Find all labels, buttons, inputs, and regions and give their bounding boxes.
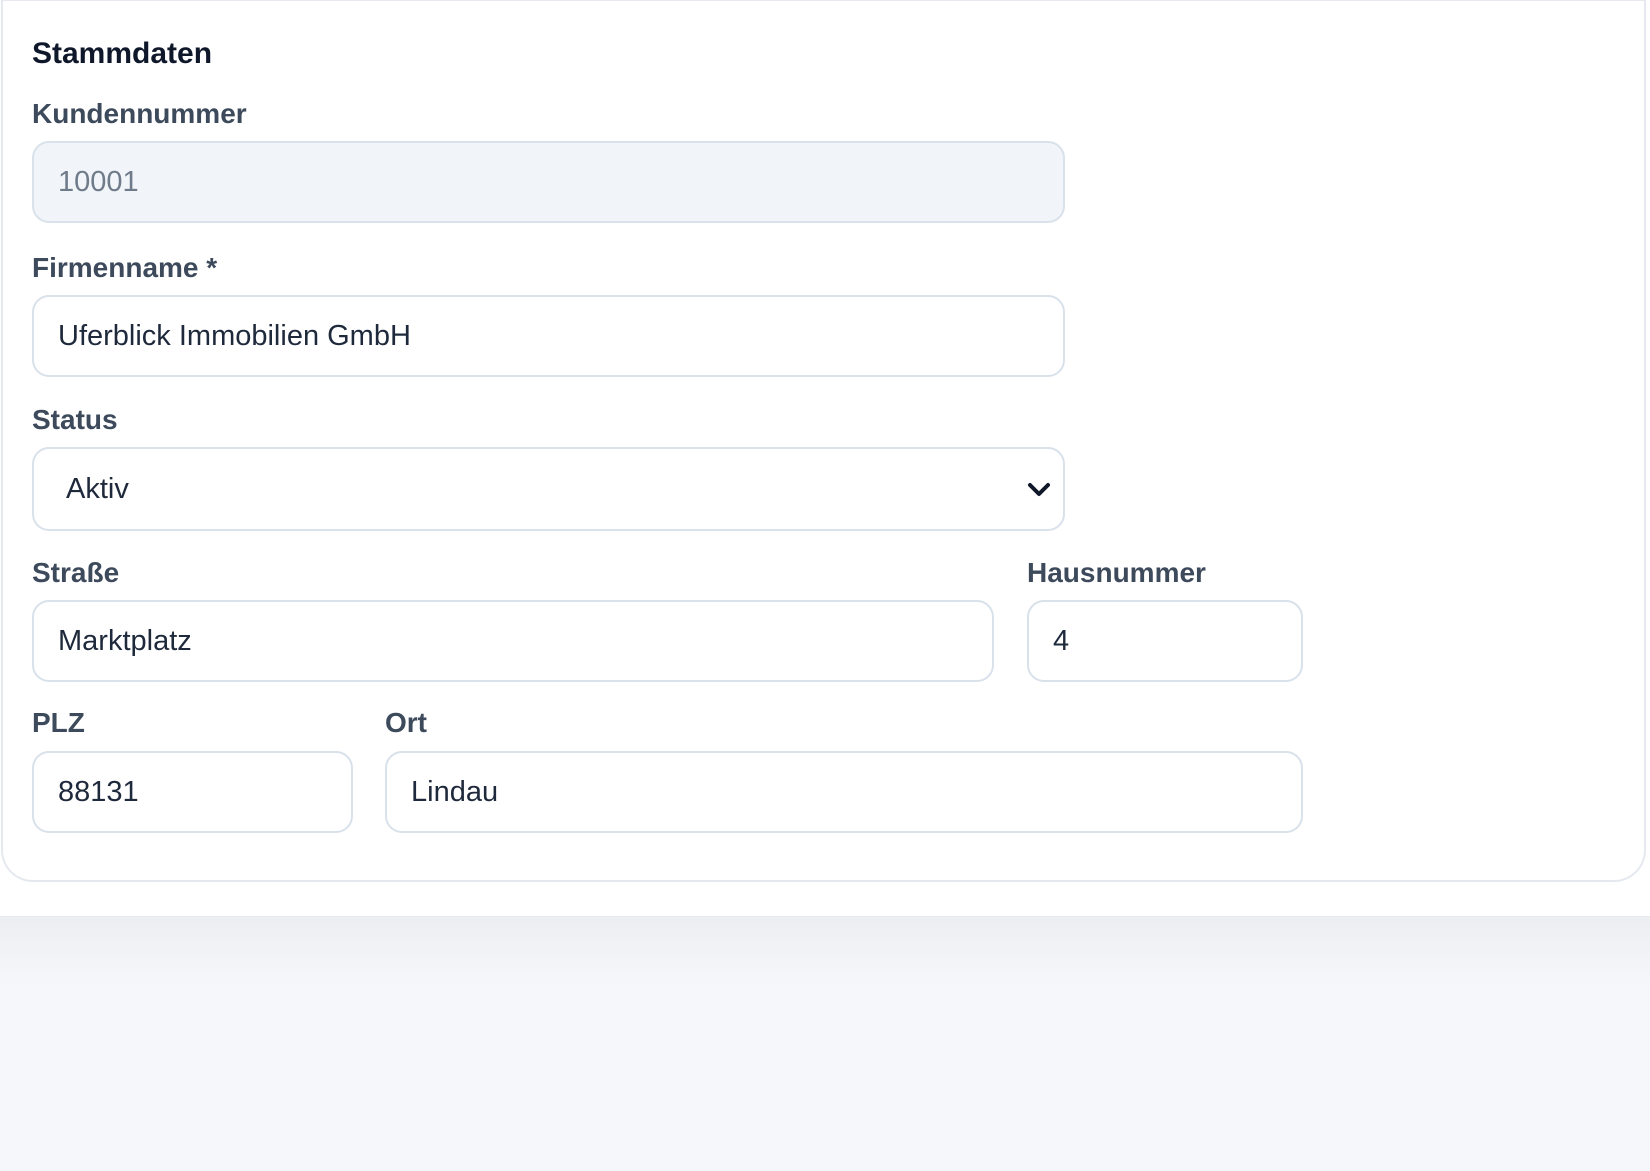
status-value: Aktiv xyxy=(66,472,129,505)
chevron-down-icon xyxy=(1025,476,1053,504)
ort-field[interactable]: Lindau xyxy=(385,751,1303,833)
firmenname-value: Uferblick Immobilien GmbH xyxy=(58,319,411,352)
ort-label: Ort xyxy=(385,707,427,738)
strasse-field[interactable]: Marktplatz xyxy=(32,600,994,682)
section-title: Stammdaten xyxy=(32,37,213,70)
kundennummer-value: 10001 xyxy=(58,165,139,198)
page: { "section": { "title": "Stammdaten" }, … xyxy=(0,0,1650,1171)
status-select[interactable]: Aktiv xyxy=(32,447,1065,531)
chevron-down-icon-graphic xyxy=(1028,483,1050,496)
status-label: Status xyxy=(32,404,118,435)
hausnummer-label: Hausnummer xyxy=(1027,557,1206,588)
firmenname-label: Firmenname * xyxy=(32,252,218,283)
stammdaten-card: Stammdaten Kundennummer 10001 Firmenname… xyxy=(1,0,1646,882)
plz-field[interactable]: 88131 xyxy=(32,751,353,833)
strasse-label: Straße xyxy=(32,557,120,588)
content-shadow xyxy=(0,917,1650,987)
hausnummer-field[interactable]: 4 xyxy=(1027,600,1303,682)
plz-value: 88131 xyxy=(58,775,139,808)
kundennummer-label: Kundennummer xyxy=(32,98,247,129)
hausnummer-value: 4 xyxy=(1053,624,1070,657)
kundennummer-field[interactable]: 10001 xyxy=(32,141,1065,223)
firmenname-field[interactable]: Uferblick Immobilien GmbH xyxy=(32,295,1065,377)
plz-label: PLZ xyxy=(32,707,85,738)
ort-value: Lindau xyxy=(411,775,499,808)
strasse-value: Marktplatz xyxy=(58,624,192,657)
